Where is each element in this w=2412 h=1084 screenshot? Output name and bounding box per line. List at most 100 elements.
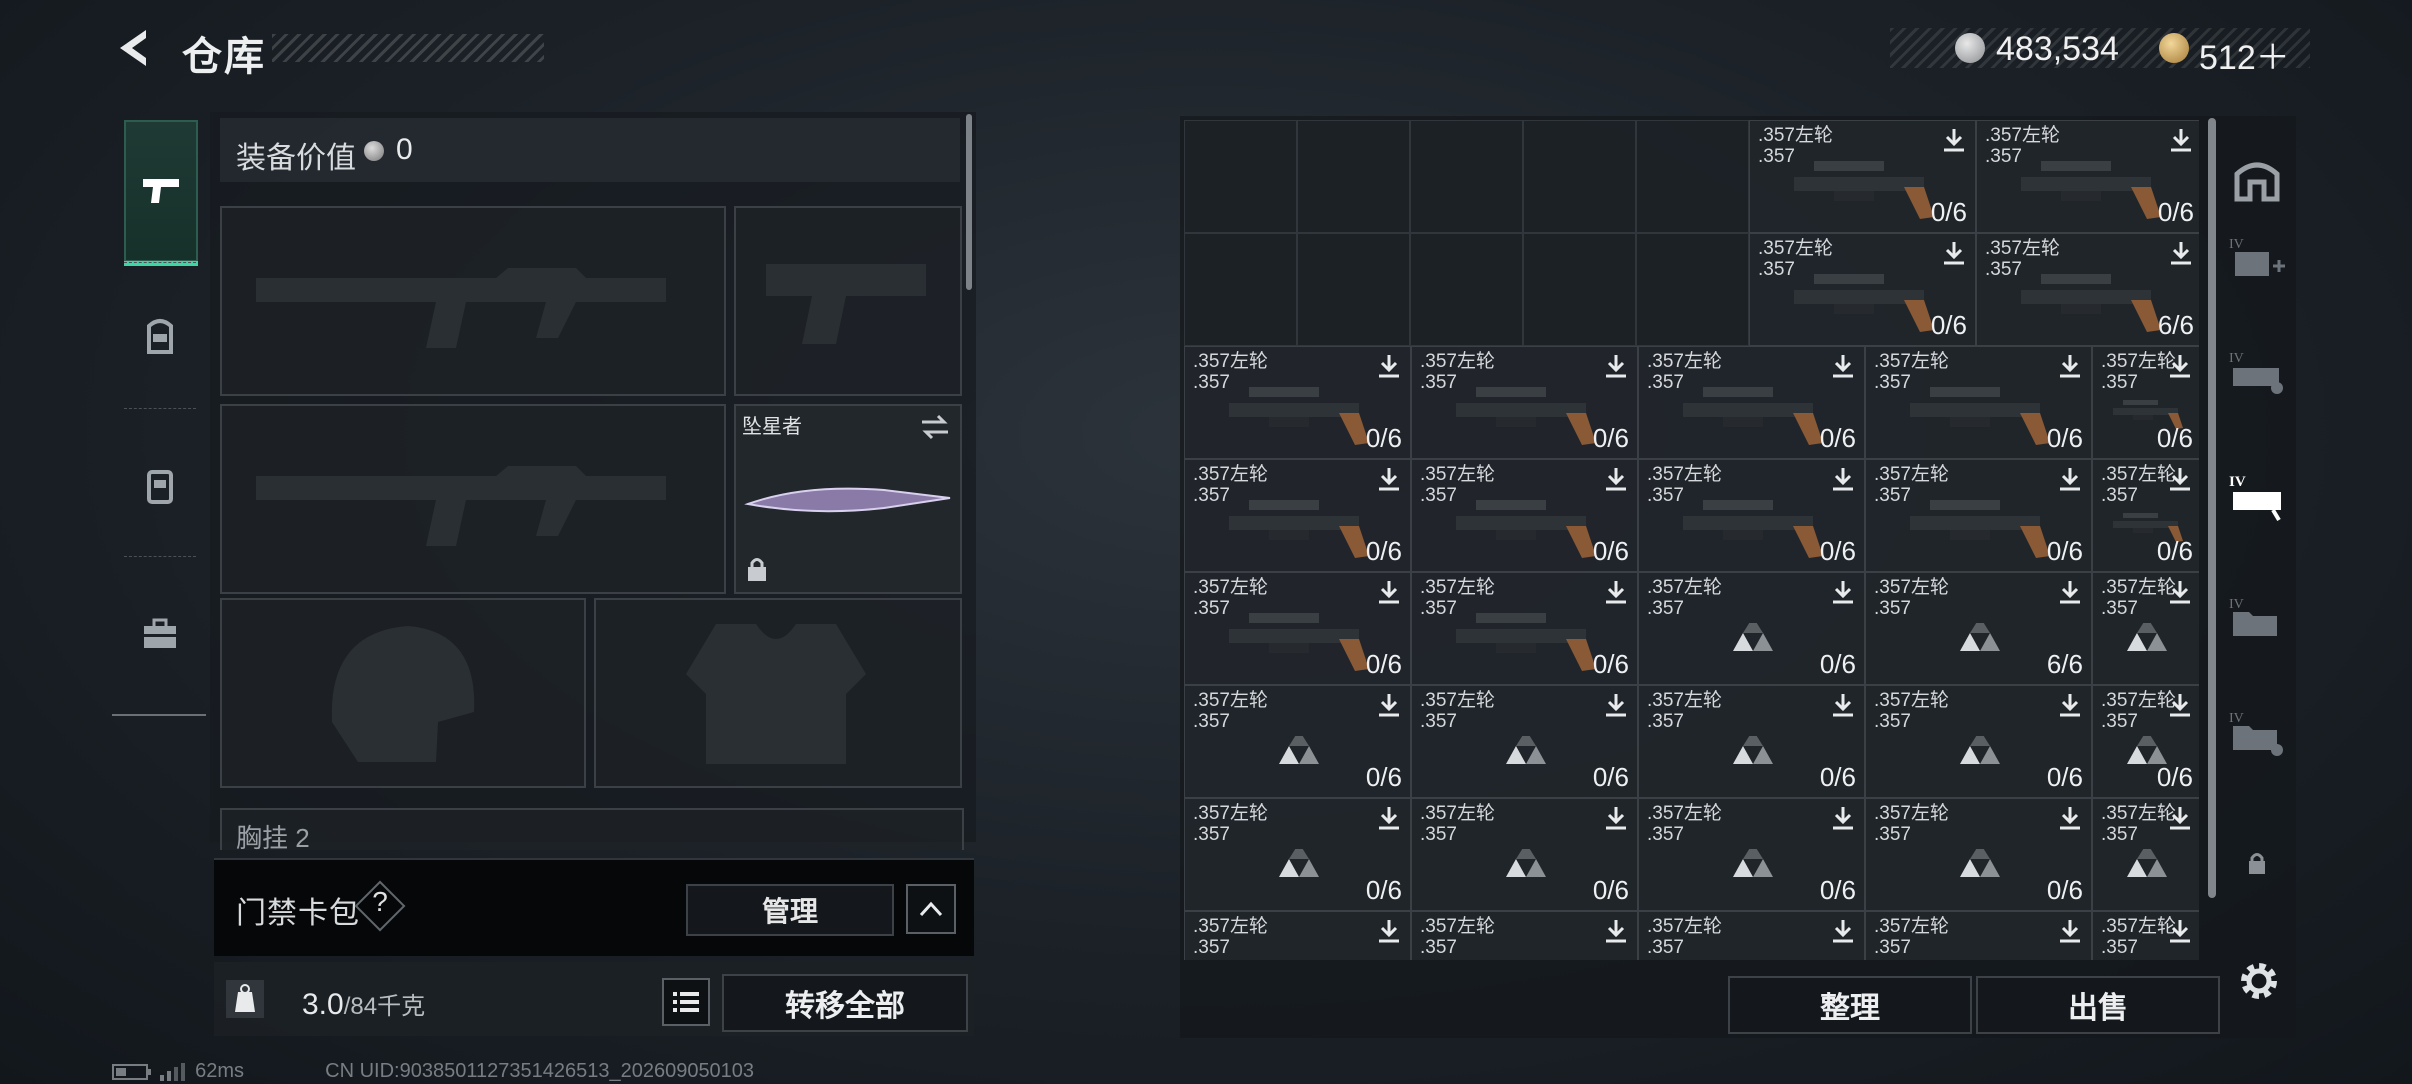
stash-item[interactable]: .357左轮 .357 0/6 xyxy=(1865,685,2092,798)
category-misc[interactable]: IV xyxy=(2226,702,2288,764)
list-view-button[interactable] xyxy=(662,978,710,1026)
stash-item[interactable]: .357左轮 .357 0/6 xyxy=(1749,120,1976,233)
empty-cell[interactable] xyxy=(1297,120,1410,233)
category-locked[interactable] xyxy=(2226,832,2288,894)
melee-slot[interactable]: 坠星者 xyxy=(734,404,962,594)
stash-item[interactable]: .357左轮 .357 0/6 xyxy=(1184,798,1411,911)
stash-item[interactable]: .357左轮 .357 0/6 xyxy=(1411,346,1638,459)
download-icon[interactable] xyxy=(2057,579,2083,605)
download-icon[interactable] xyxy=(1830,692,1856,718)
stash-item[interactable]: .357左轮 .357 xyxy=(2092,572,2199,685)
empty-cell[interactable] xyxy=(1523,120,1636,233)
stash-item[interactable]: .357左轮 .357 0/6 xyxy=(1638,459,1865,572)
stash-item[interactable]: .357左轮 .357 0/6 xyxy=(1411,798,1638,911)
stash-item[interactable]: .357左轮 .357 xyxy=(2092,798,2199,911)
armor-slot[interactable] xyxy=(594,598,962,788)
stash-item[interactable]: .357左轮 .357 0/6 xyxy=(1638,685,1865,798)
category-accessories[interactable]: IV xyxy=(2226,588,2288,650)
stash-item[interactable]: .357左轮 .357 xyxy=(1411,911,1638,960)
stash-item[interactable]: .357左轮 .357 0/6 xyxy=(1865,346,2092,459)
help-icon[interactable]: ? xyxy=(362,886,398,918)
revolver-icon xyxy=(1456,500,1596,558)
loadout-scrollbar[interactable] xyxy=(966,114,972,290)
collapse-button[interactable] xyxy=(906,884,956,934)
download-icon[interactable] xyxy=(1603,918,1629,944)
stash-item[interactable]: .357左轮 .357 0/6 xyxy=(1184,572,1411,685)
download-icon[interactable] xyxy=(1830,918,1856,944)
secondary-weapon-slot[interactable] xyxy=(220,404,726,594)
stash-item[interactable]: .357左轮 .357 0/6 xyxy=(1865,798,2092,911)
empty-cell[interactable] xyxy=(1636,233,1749,346)
tab-weapons[interactable] xyxy=(124,120,198,266)
triangle-icon xyxy=(1733,736,1773,764)
download-icon[interactable] xyxy=(2057,692,2083,718)
sort-button[interactable]: 整理 xyxy=(1728,976,1972,1034)
download-icon[interactable] xyxy=(2167,579,2193,605)
swap-icon[interactable] xyxy=(920,414,950,440)
helmet-slot[interactable] xyxy=(220,598,586,788)
download-icon[interactable] xyxy=(1603,805,1629,831)
category-ammo[interactable]: IV xyxy=(2226,342,2288,404)
stash-item[interactable]: .357左轮 .357 0/6 xyxy=(1749,233,1976,346)
stash-item[interactable]: .357左轮 .357 0/6 xyxy=(1411,685,1638,798)
empty-cell[interactable] xyxy=(1410,120,1523,233)
sidearm-slot[interactable] xyxy=(734,206,962,396)
download-icon[interactable] xyxy=(1376,692,1402,718)
transfer-all-button[interactable]: 转移全部 xyxy=(722,974,968,1032)
stash-item[interactable]: .357左轮 .357 0/6 xyxy=(2092,346,2199,459)
settings-icon[interactable] xyxy=(2236,958,2282,1004)
stash-item[interactable]: .357左轮 .357 0/6 xyxy=(1976,120,2199,233)
stash-item[interactable]: .357左轮 .357 6/6 xyxy=(1865,572,2092,685)
stash-item[interactable]: .357左轮 .357 0/6 xyxy=(1638,346,1865,459)
manage-button[interactable]: 管理 xyxy=(686,884,894,936)
svg-text:IV: IV xyxy=(2229,474,2246,490)
download-icon[interactable] xyxy=(2167,918,2193,944)
tab-armor[interactable] xyxy=(124,450,196,522)
stash-item[interactable]: .357左轮 .357 0/6 xyxy=(1638,572,1865,685)
category-storage[interactable] xyxy=(2226,148,2288,210)
empty-cell[interactable] xyxy=(1636,120,1749,233)
primary-weapon-slot[interactable] xyxy=(220,206,726,396)
download-icon[interactable] xyxy=(2167,692,2193,718)
stash-item[interactable]: .357左轮 .357 0/6 xyxy=(1411,459,1638,572)
item-count: 0/6 xyxy=(1819,536,1856,566)
stash-scrollbar[interactable] xyxy=(2208,118,2216,898)
download-icon[interactable] xyxy=(1830,579,1856,605)
back-arrow-icon[interactable] xyxy=(112,26,156,70)
category-weapons[interactable]: IV xyxy=(2226,466,2288,528)
stash-item[interactable]: .357左轮 .357 xyxy=(1638,911,1865,960)
stash-item[interactable]: .357左轮 .357 xyxy=(1184,911,1411,960)
item-count: 0/6 xyxy=(1930,310,1967,340)
download-icon[interactable] xyxy=(1376,918,1402,944)
chest-rig-slot[interactable] xyxy=(220,808,964,850)
stash-item[interactable]: .357左轮 .357 0/6 xyxy=(1638,798,1865,911)
stash-item[interactable]: .357左轮 .357 xyxy=(2092,911,2199,960)
empty-cell[interactable] xyxy=(1184,233,1297,346)
stash-item[interactable]: .357左轮 .357 0/6 xyxy=(1411,572,1638,685)
stash-item[interactable]: .357左轮 .357 0/6 xyxy=(1865,459,2092,572)
stash-item[interactable]: .357左轮 .357 6/6 xyxy=(1976,233,2199,346)
empty-cell[interactable] xyxy=(1297,233,1410,346)
download-icon[interactable] xyxy=(2057,805,2083,831)
category-medical[interactable]: IV xyxy=(2226,228,2288,290)
stash-item[interactable]: .357左轮 .357 0/6 xyxy=(2092,685,2199,798)
weight-readout: 3.0/84千克 xyxy=(302,986,425,1022)
download-icon[interactable] xyxy=(2057,918,2083,944)
sell-button[interactable]: 出售 xyxy=(1976,976,2220,1034)
stash-item[interactable]: .357左轮 .357 0/6 xyxy=(2092,459,2199,572)
stash-item[interactable]: .357左轮 .357 0/6 xyxy=(1184,685,1411,798)
gold-amount[interactable]: 512＋ xyxy=(2199,30,2290,79)
download-icon[interactable] xyxy=(2167,805,2193,831)
empty-cell[interactable] xyxy=(1184,120,1297,233)
tab-gear[interactable] xyxy=(124,300,196,372)
download-icon[interactable] xyxy=(1830,805,1856,831)
empty-cell[interactable] xyxy=(1523,233,1636,346)
empty-cell[interactable] xyxy=(1410,233,1523,346)
stash-item[interactable]: .357左轮 .357 xyxy=(1865,911,2092,960)
triangle-icon xyxy=(1733,849,1773,877)
stash-item[interactable]: .357左轮 .357 0/6 xyxy=(1184,346,1411,459)
stash-item[interactable]: .357左轮 .357 0/6 xyxy=(1184,459,1411,572)
download-icon[interactable] xyxy=(1376,805,1402,831)
download-icon[interactable] xyxy=(1603,692,1629,718)
tab-tools[interactable] xyxy=(124,598,196,670)
